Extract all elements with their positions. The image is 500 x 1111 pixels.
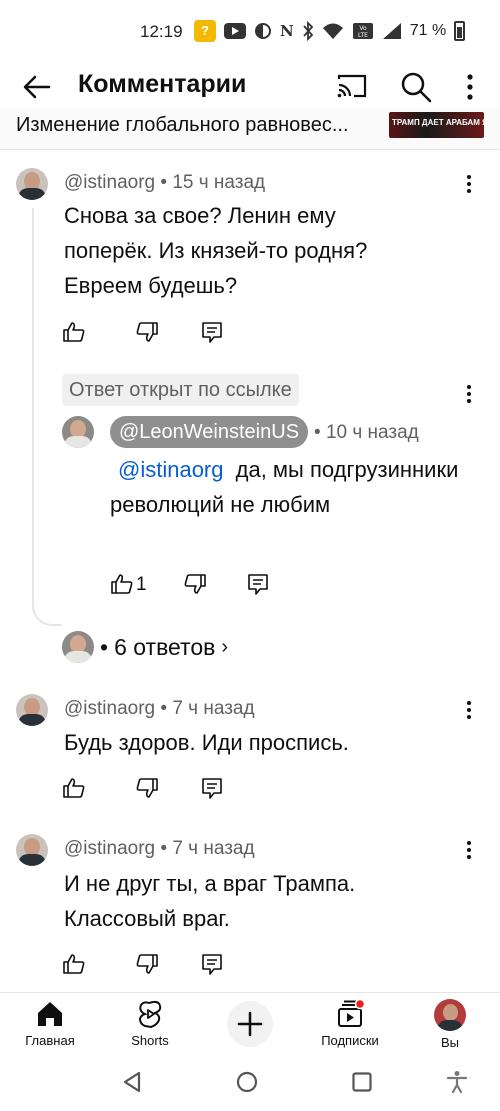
key-icon: ?: [194, 20, 216, 42]
avatar[interactable]: [16, 694, 48, 726]
comment-author[interactable]: @istinaorg: [64, 172, 155, 193]
avatar: [62, 631, 94, 663]
video-header[interactable]: Изменение глобального равновес... ТРАМП …: [0, 108, 500, 150]
dislike-icon[interactable]: [135, 320, 159, 344]
like-count: 1: [136, 574, 147, 595]
bluetooth-icon: [303, 21, 313, 41]
system-nav-bar: [0, 1056, 500, 1111]
comment-menu-icon[interactable]: [466, 700, 472, 720]
do-not-disturb-icon: [255, 23, 271, 39]
nav-shorts[interactable]: Shorts: [105, 999, 195, 1048]
accessibility-icon[interactable]: [446, 1070, 468, 1094]
create-button[interactable]: [227, 1001, 273, 1047]
youtube-notification-icon: [224, 23, 246, 39]
reply-icon[interactable]: [200, 952, 224, 976]
reply-text-block: @istinaorg да, мы подгрузинники революци…: [110, 452, 470, 522]
reply-icon[interactable]: [200, 776, 224, 800]
search-icon[interactable]: [400, 71, 432, 103]
system-home-icon[interactable]: [235, 1070, 259, 1094]
status-icons: ? N Vo LTE 71 %: [194, 20, 466, 42]
like-icon[interactable]: [62, 952, 86, 976]
subscriptions-icon: [338, 999, 365, 1027]
nav-label: Главная: [25, 1033, 75, 1048]
linked-reply-badge: Ответ открыт по ссылке: [62, 374, 299, 406]
bottom-nav: Главная Shorts Подписки Вы: [0, 992, 500, 1054]
thumbnail-caption: ТРАМП ДАЕТ АРАБАМ ЯДЕРКУ: [392, 118, 484, 127]
dislike-icon[interactable]: [135, 952, 159, 976]
signal-icon: [382, 23, 401, 39]
comment-text: Будь здоров. Иди проспись.: [64, 730, 349, 755]
page-title: Комментарии: [78, 70, 247, 98]
back-arrow-icon[interactable]: [22, 72, 52, 102]
comment-time: 7 ч назад: [172, 838, 255, 859]
svg-text:LTE: LTE: [358, 32, 368, 39]
app-bar: Комментарии: [0, 66, 500, 106]
reply-meta: • 10 ч назад: [314, 422, 419, 444]
video-thumbnail[interactable]: ТРАМП ДАЕТ АРАБАМ ЯДЕРКУ: [389, 112, 484, 138]
comment-author[interactable]: @istinaorg: [64, 838, 155, 859]
system-back-icon[interactable]: [120, 1070, 144, 1094]
reply-icon[interactable]: [200, 320, 224, 344]
wifi-icon: [322, 23, 343, 39]
volte-icon: VoLTE: [352, 23, 373, 39]
avatar[interactable]: [62, 416, 94, 448]
like-icon[interactable]: [62, 776, 86, 800]
reply-icon[interactable]: [246, 572, 270, 596]
comment-menu-icon[interactable]: [466, 840, 472, 860]
shorts-icon: [138, 1000, 162, 1029]
nav-label: Подписки: [321, 1033, 379, 1048]
add-icon: [237, 1011, 263, 1037]
meta-separator: •: [160, 838, 168, 859]
dislike-icon[interactable]: [183, 572, 207, 596]
meta-separator: •: [160, 698, 168, 719]
reply-mention[interactable]: @istinaorg: [118, 457, 224, 482]
status-time: 12:19: [140, 22, 183, 41]
replies-count-label: 6 ответов: [114, 633, 216, 660]
thread-line: [32, 208, 62, 626]
like-icon[interactable]: [62, 320, 86, 344]
dislike-icon[interactable]: [135, 776, 159, 800]
nav-label: Вы: [440, 1035, 459, 1050]
avatar[interactable]: [16, 834, 48, 866]
comment-meta: @istinaorg • 7 ч назад: [64, 838, 255, 860]
comment-meta: @istinaorg • 7 ч назад: [64, 698, 255, 720]
reply-menu-icon[interactable]: [466, 384, 472, 404]
cast-icon[interactable]: [336, 72, 368, 100]
comment-time: 15 ч назад: [172, 172, 266, 193]
nav-subscriptions[interactable]: Подписки: [305, 999, 395, 1048]
reply-time: 10 ч назад: [325, 422, 419, 443]
battery-percent: 71 %: [409, 22, 447, 39]
view-replies-button[interactable]: • 6 ответов ›: [62, 630, 228, 664]
comment-menu-icon[interactable]: [466, 174, 472, 194]
svg-text:Vo: Vo: [359, 25, 367, 32]
nav-label: Shorts: [131, 1033, 169, 1048]
comment-text: Снова за свое? Ленин ему поперёк. Из кня…: [64, 203, 368, 298]
home-icon: [38, 1002, 62, 1026]
nav-home[interactable]: Главная: [5, 999, 95, 1048]
comment-author[interactable]: @istinaorg: [64, 698, 155, 719]
comment-time: 7 ч назад: [172, 698, 255, 719]
avatar: [434, 999, 466, 1031]
replies-separator: •: [100, 633, 109, 660]
video-title[interactable]: Изменение глобального равновес...: [16, 114, 376, 137]
system-recents-icon[interactable]: [350, 1070, 374, 1094]
nfc-icon: N: [280, 22, 294, 40]
battery-icon: [454, 21, 466, 41]
status-bar: 12:19 ? N Vo LTE 71 %: [0, 0, 500, 66]
comment-meta: @istinaorg • 15 ч назад: [64, 172, 265, 194]
nav-you[interactable]: Вы: [405, 999, 495, 1050]
like-icon[interactable]: [110, 572, 134, 596]
comment-text: И не друг ты, а враг Трампа. Классовый в…: [64, 871, 356, 931]
meta-separator: •: [314, 422, 321, 443]
avatar[interactable]: [16, 168, 48, 200]
more-vert-icon[interactable]: [460, 72, 480, 102]
chevron-right-icon: ›: [221, 635, 229, 658]
reply-author[interactable]: @LeonWeinsteinUS: [110, 416, 309, 448]
meta-separator: •: [160, 172, 168, 193]
